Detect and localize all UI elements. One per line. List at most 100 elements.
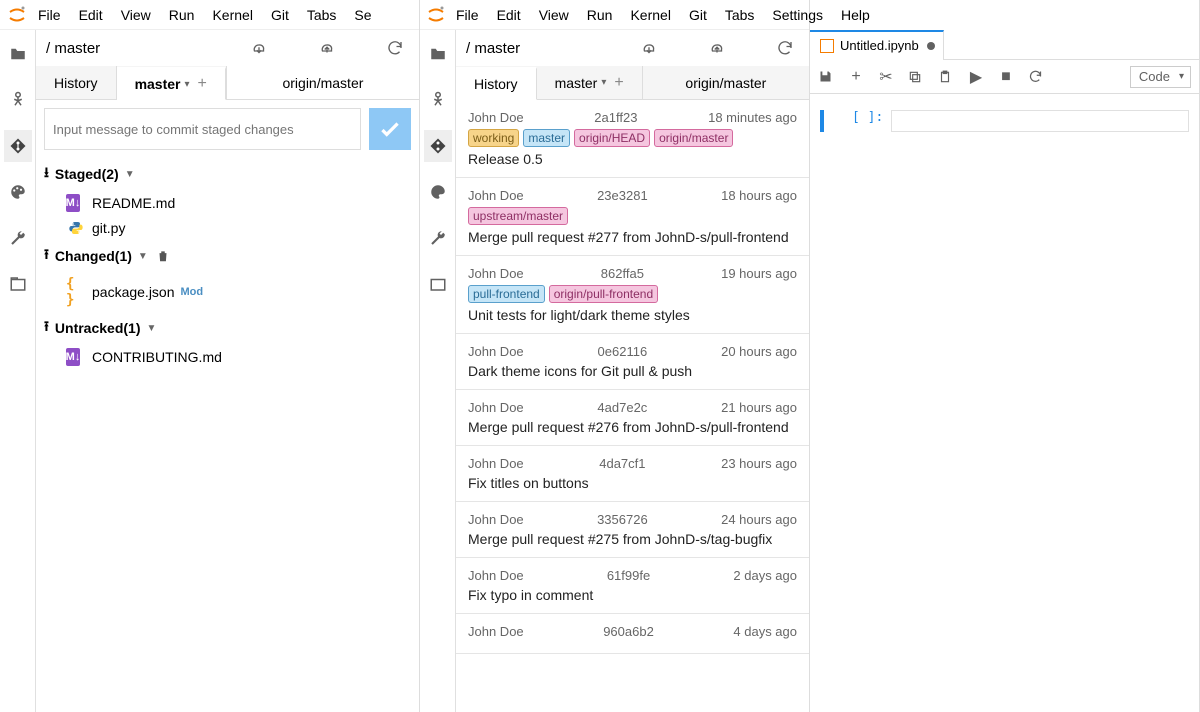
commit-item[interactable]: John Doe4ad7e2c21 hours agoMerge pull re… [456, 390, 809, 446]
menu-run[interactable]: Run [587, 7, 613, 23]
pull-icon[interactable] [635, 34, 663, 62]
tab-branch-label: master [555, 75, 598, 91]
commit-author: John Doe [468, 110, 524, 125]
chevron-down-icon: ▾ [601, 77, 606, 88]
commit-item[interactable]: John Doe862ffa519 hours agopull-frontend… [456, 256, 809, 334]
git-icon[interactable] [424, 130, 452, 162]
menu-run[interactable]: Run [169, 7, 195, 23]
file-row[interactable]: M↓README.md [36, 190, 419, 216]
add-branch-icon[interactable]: + [614, 74, 623, 92]
push-icon[interactable] [313, 34, 341, 62]
notebook-icon [820, 39, 834, 53]
commit-hash: 2a1ff23 [524, 110, 708, 125]
refresh-icon[interactable] [771, 34, 799, 62]
push-icon[interactable] [703, 34, 731, 62]
file-row[interactable]: { }package.jsonMod [36, 272, 419, 312]
menu-view[interactable]: View [121, 7, 151, 23]
pull-icon[interactable] [245, 34, 273, 62]
ref-tag: pull-frontend [468, 285, 545, 303]
tab-branch[interactable]: master ▾ + [537, 66, 643, 99]
file-type-icon: M↓ [66, 194, 86, 212]
wrench-icon[interactable] [424, 222, 452, 254]
palette-icon[interactable] [4, 176, 32, 208]
discard-icon[interactable] [156, 249, 170, 263]
commit-item[interactable]: John Doe0e6211620 hours agoDark theme ic… [456, 334, 809, 390]
commit-button[interactable] [369, 108, 411, 150]
notebook-tab[interactable]: Untitled.ipynb [810, 30, 944, 60]
tab-history[interactable]: History [36, 66, 117, 99]
menu-edit[interactable]: Edit [79, 7, 103, 23]
jupyter-logo-icon [6, 4, 28, 26]
menu-file[interactable]: File [38, 7, 61, 23]
git-icon[interactable] [4, 130, 32, 162]
file-name: git.py [92, 220, 125, 236]
commit-time: 4 days ago [733, 624, 797, 639]
commit-author: John Doe [468, 568, 524, 583]
cut-icon[interactable]: ✂ [878, 67, 894, 87]
commit-message: Release 0.5 [468, 151, 797, 167]
folder-icon[interactable] [4, 38, 32, 70]
menu-settings-cut[interactable]: Se [354, 7, 371, 23]
commit-author: John Doe [468, 456, 524, 471]
menu-tabs[interactable]: Tabs [307, 7, 337, 23]
copy-icon[interactable] [908, 70, 924, 84]
running-icon[interactable] [424, 84, 452, 116]
file-name: CONTRIBUTING.md [92, 349, 222, 365]
menu-edit[interactable]: Edit [497, 7, 521, 23]
running-icon[interactable] [4, 84, 32, 116]
notebook-cell[interactable]: [ ]: [820, 110, 1189, 132]
palette-icon[interactable] [424, 176, 452, 208]
restart-icon[interactable] [1028, 69, 1044, 84]
add-branch-icon[interactable]: + [198, 75, 207, 93]
save-icon[interactable] [818, 69, 834, 84]
file-row[interactable]: M↓CONTRIBUTING.md [36, 344, 419, 370]
add-cell-icon[interactable]: + [848, 68, 864, 86]
commit-author: John Doe [468, 344, 524, 359]
left-sidebar [0, 30, 36, 712]
commit-item[interactable]: John Doe4da7cf123 hours agoFix titles on… [456, 446, 809, 502]
unsaved-indicator-icon [927, 42, 935, 50]
commit-item[interactable]: John Doe335672624 hours agoMerge pull re… [456, 502, 809, 558]
menu-git[interactable]: Git [689, 7, 707, 23]
commit-item[interactable]: John Doe23e328118 hours agoupstream/mast… [456, 178, 809, 256]
commit-time: 19 hours ago [721, 266, 797, 281]
stop-icon[interactable]: ■ [998, 68, 1014, 86]
changed-head-label: Changed(1) [55, 248, 132, 264]
commit-message-input[interactable] [44, 108, 361, 150]
tab-branch[interactable]: master ▾+ [117, 67, 226, 100]
stage-down-icon: ⭳ [44, 162, 49, 186]
commit-author: John Doe [468, 400, 524, 415]
folder-icon[interactable] [424, 38, 452, 70]
commit-hash: 3356726 [524, 512, 721, 527]
commit-hash: 862ffa5 [524, 266, 721, 281]
menu-file[interactable]: File [456, 7, 479, 23]
ref-tag: working [468, 129, 519, 147]
commit-item[interactable]: John Doe2a1ff2318 minutes agoworkingmast… [456, 100, 809, 178]
menu-view[interactable]: View [539, 7, 569, 23]
wrench-icon[interactable] [4, 222, 32, 254]
staged-section-header[interactable]: ⭳ Staged(2) ▼ [36, 158, 419, 190]
commit-hash: 0e62116 [524, 344, 721, 359]
tabs-icon[interactable] [4, 268, 32, 300]
menu-kernel[interactable]: Kernel [212, 7, 252, 23]
menu-tabs[interactable]: Tabs [725, 7, 755, 23]
caret-icon: ▼ [138, 251, 148, 262]
commit-message: Merge pull request #275 from JohnD-s/tag… [468, 531, 797, 547]
cell-type-select[interactable]: Code [1130, 66, 1191, 88]
cell-input[interactable] [891, 110, 1189, 132]
tab-remote[interactable]: origin/master [226, 66, 419, 99]
paste-icon[interactable] [938, 70, 954, 84]
changed-section-header[interactable]: ⭱ Changed(1) ▼ [36, 240, 419, 272]
tab-remote[interactable]: origin/master [643, 66, 809, 99]
file-row[interactable]: git.py [36, 216, 419, 240]
tab-history[interactable]: History [456, 67, 537, 100]
menu-kernel[interactable]: Kernel [630, 7, 670, 23]
commit-item[interactable]: John Doe61f99fe2 days agoFix typo in com… [456, 558, 809, 614]
run-icon[interactable]: ▶ [968, 67, 984, 87]
stage-up-icon: ⭱ [44, 316, 49, 340]
tabs-icon[interactable] [424, 268, 452, 300]
untracked-section-header[interactable]: ⭱ Untracked(1) ▼ [36, 312, 419, 344]
refresh-icon[interactable] [381, 34, 409, 62]
menu-git[interactable]: Git [271, 7, 289, 23]
commit-item[interactable]: John Doe960a6b24 days ago [456, 614, 809, 654]
